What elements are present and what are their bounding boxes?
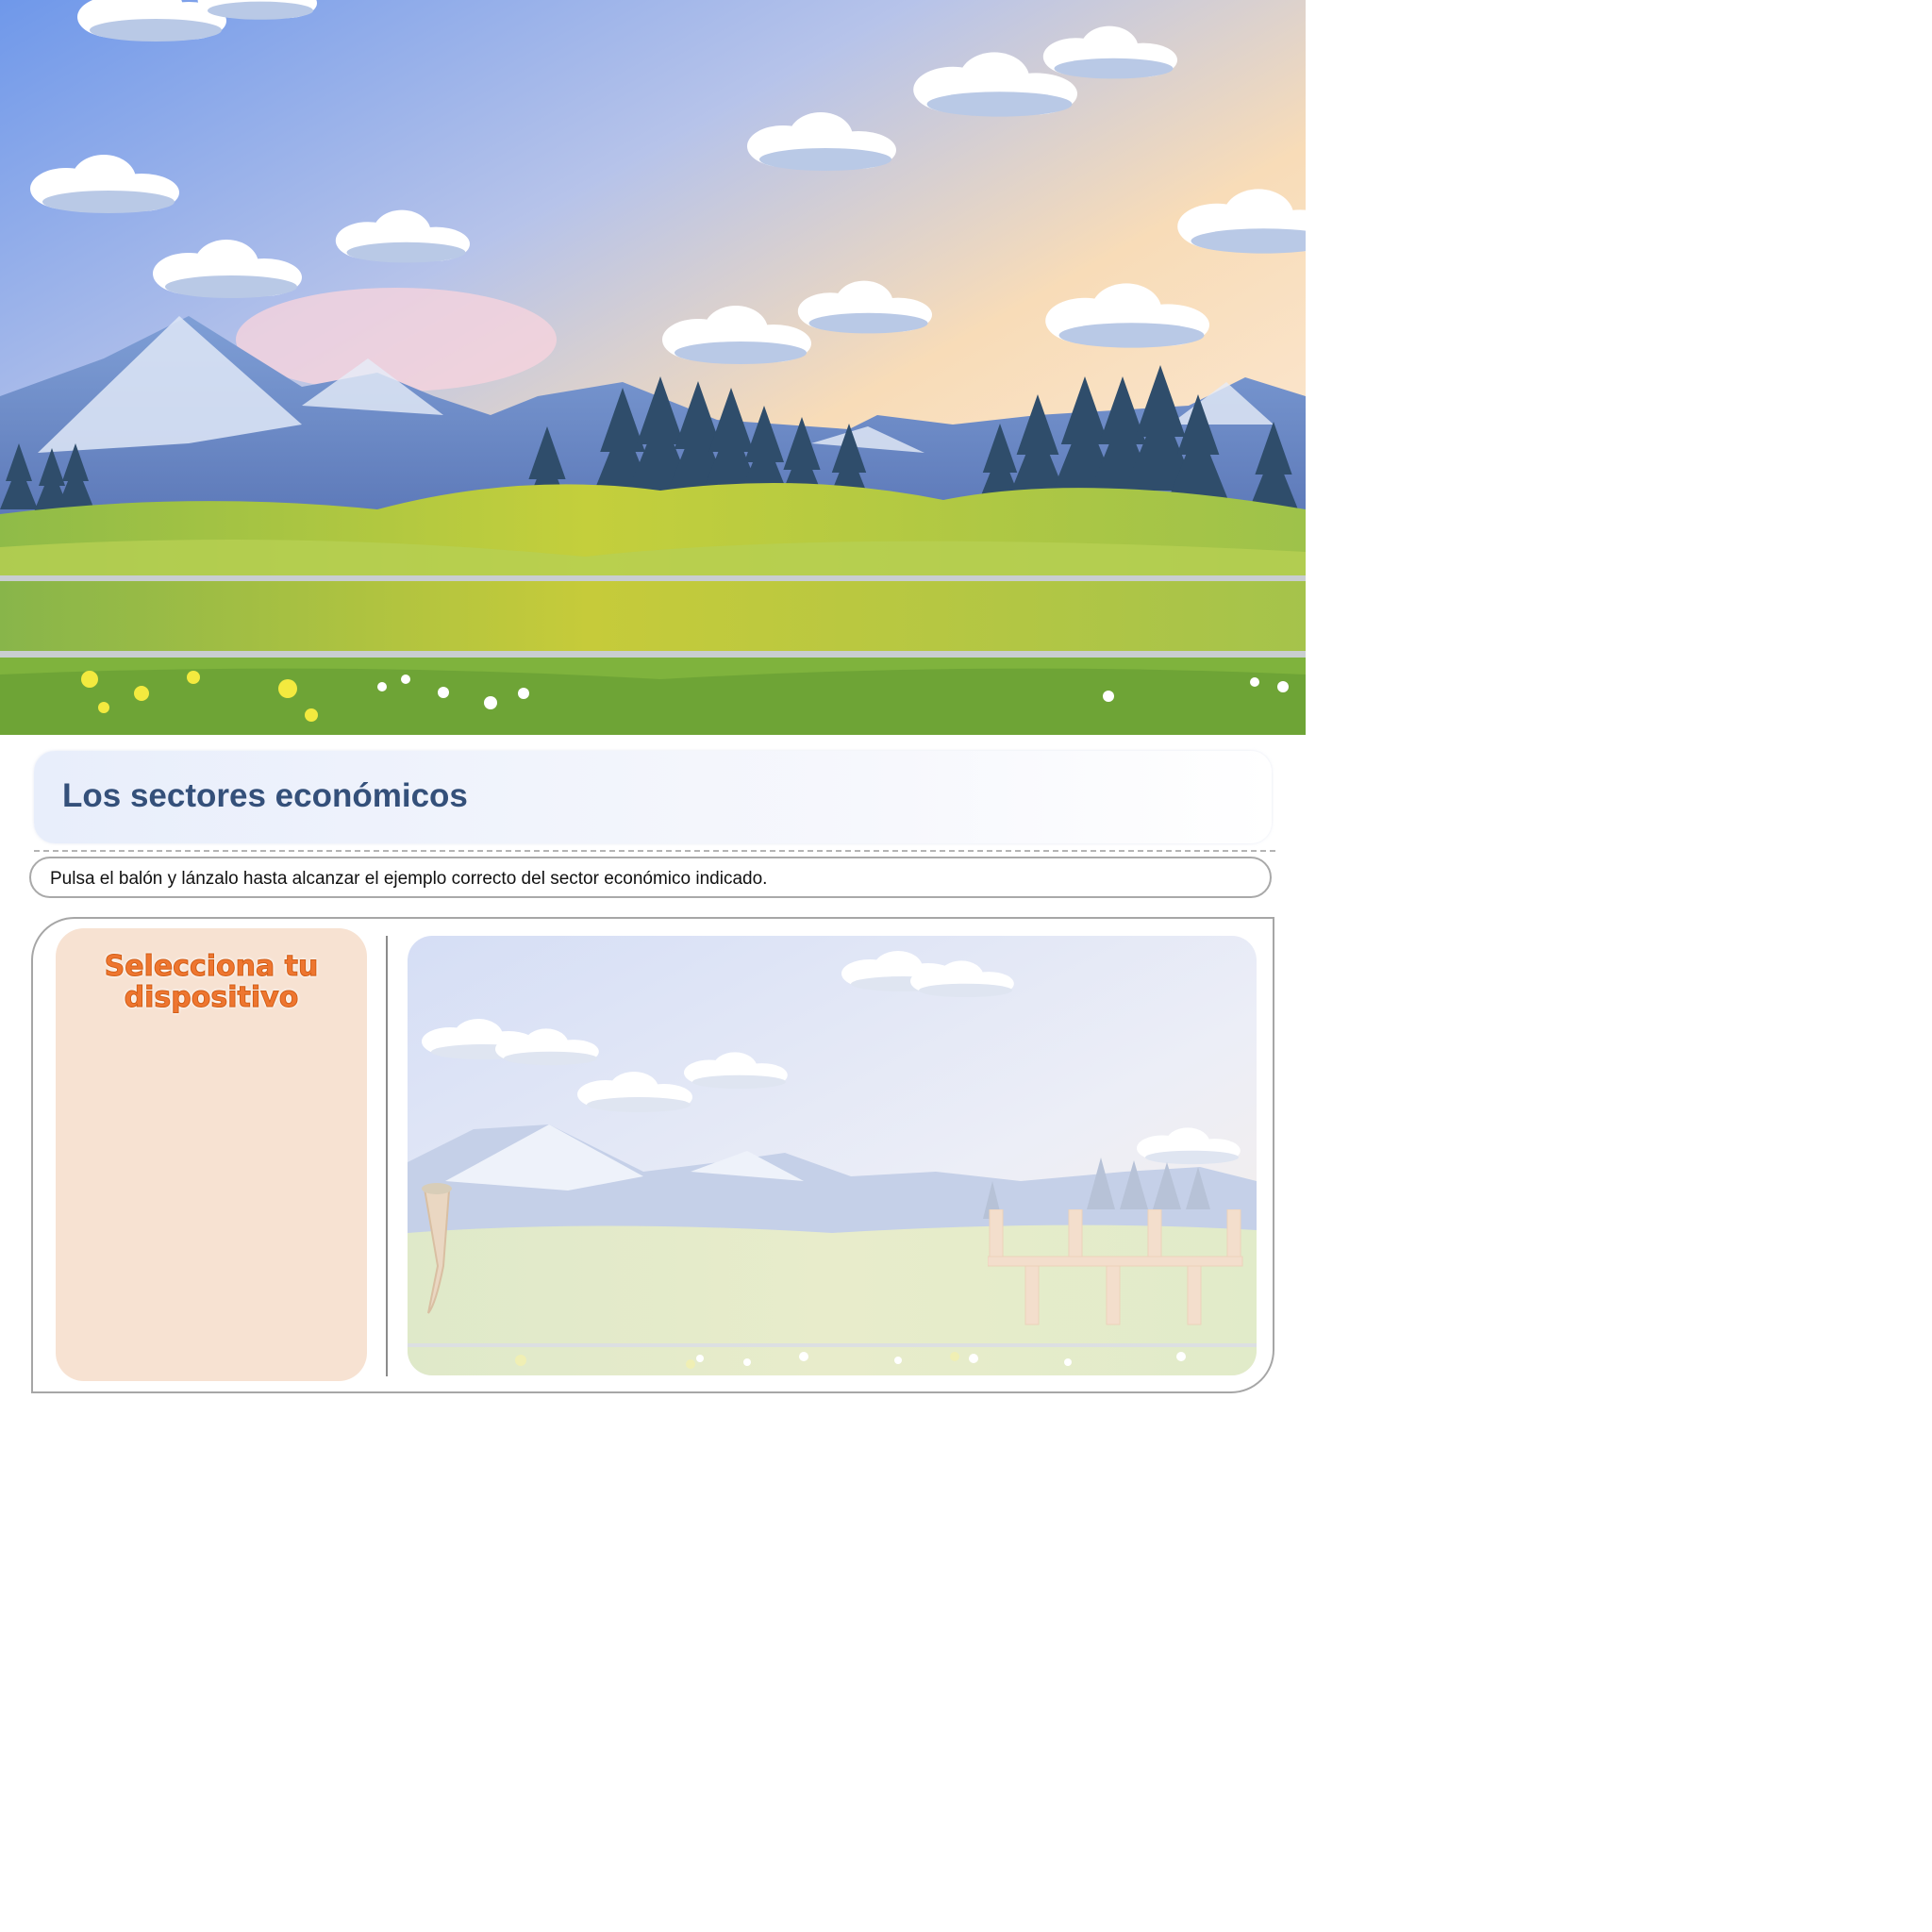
instructions-box: Pulsa el balón y lánzalo hasta alcanzar …: [29, 857, 1272, 898]
activity-frame: Selecciona tu dispositivo: [31, 917, 1274, 1393]
instructions-text: Pulsa el balón y lánzalo hasta alcanzar …: [50, 869, 768, 889]
panel-divider: [386, 936, 388, 1376]
page-title: Los sectores económicos: [62, 777, 468, 814]
wooden-goal-icon: [988, 1209, 1243, 1325]
device-selector-title: Selecciona tu dispositivo: [104, 950, 319, 1014]
device-selector-panel[interactable]: Selecciona tu dispositivo: [56, 928, 367, 1381]
slingshot-icon[interactable]: [415, 1181, 462, 1323]
title-card: Los sectores económicos: [34, 751, 1272, 843]
hero-landscape-banner: [0, 0, 1306, 735]
game-stage[interactable]: [408, 936, 1257, 1375]
dashed-divider: [34, 850, 1275, 852]
